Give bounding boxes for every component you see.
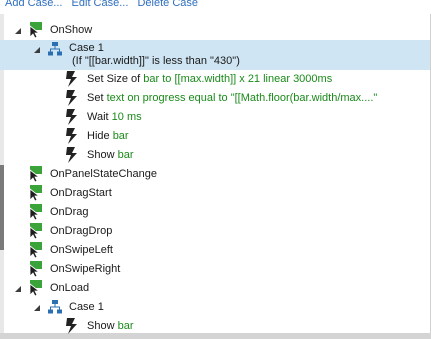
action-row[interactable]: Set Size of bar to [[max.width]] x 21 li… (0, 70, 430, 88)
collapse-triangle-icon[interactable] (34, 47, 40, 53)
event-label: OnPanelStateChange (50, 168, 158, 180)
cursor-flag-icon (29, 185, 42, 201)
case-condition: (If "[[bar.width]]" is less than "430") (72, 55, 240, 67)
event-label: OnDragDrop (50, 225, 113, 237)
action-text: Wait 10 ms (87, 111, 142, 123)
event-row-onswiperight[interactable]: OnSwipeRight (0, 260, 430, 278)
event-label: OnSwipeRight (50, 263, 121, 275)
lightning-bolt-icon (66, 147, 77, 163)
event-row-ondragstart[interactable]: OnDragStart (0, 184, 430, 202)
event-label: OnLoad (50, 282, 90, 294)
collapse-triangle-icon[interactable] (34, 305, 40, 311)
action-row[interactable]: Show bar (0, 146, 430, 164)
case-title: Case 1 (69, 42, 104, 54)
edit-case-link[interactable]: Edit Case... (72, 0, 129, 9)
cursor-flag-icon (29, 223, 42, 239)
case-row-selected[interactable]: Case 1 (If "[[bar.width]]" is less than … (0, 40, 430, 70)
cursor-flag-icon (29, 261, 42, 277)
lightning-bolt-icon (66, 90, 77, 106)
event-label: OnDrag (50, 206, 89, 218)
event-label: OnSwipeLeft (50, 244, 113, 256)
cursor-flag-icon (29, 242, 42, 258)
cursor-flag-icon (29, 166, 42, 182)
event-label: OnShow (50, 24, 93, 36)
action-row[interactable]: Hide bar (0, 127, 430, 145)
org-chart-icon (48, 42, 62, 56)
org-chart-icon (48, 300, 62, 314)
action-text: Show bar (87, 320, 134, 332)
case-title: Case 1 (69, 301, 104, 313)
lightning-bolt-icon (66, 109, 77, 125)
collapse-triangle-icon[interactable] (15, 28, 21, 34)
cursor-flag-icon (29, 22, 42, 38)
lightning-bolt-icon (66, 71, 77, 87)
action-row[interactable]: Show bar (0, 317, 430, 335)
event-label: OnDragStart (50, 187, 112, 199)
add-case-link[interactable]: Add Case... (5, 0, 62, 9)
action-text: Hide bar (87, 130, 129, 142)
lightning-bolt-icon (66, 128, 77, 144)
event-row-ondrag[interactable]: OnDrag (0, 203, 430, 221)
event-row-onpanelstatechange[interactable]: OnPanelStateChange (0, 165, 430, 183)
lightning-bolt-icon (66, 318, 77, 334)
collapse-triangle-icon[interactable] (15, 286, 21, 292)
action-text: Set Size of bar to [[max.width]] x 21 li… (87, 73, 333, 85)
event-row-onshow[interactable]: OnShow (0, 21, 430, 39)
event-row-ondragdrop[interactable]: OnDragDrop (0, 222, 430, 240)
action-row[interactable]: Wait 10 ms (0, 108, 430, 126)
event-row-onload[interactable]: OnLoad (0, 279, 430, 297)
action-text: Show bar (87, 149, 134, 161)
case-toolbar: Add Case... Edit Case... Delete Case (5, 0, 204, 11)
action-row[interactable]: Set text on progress equal to "[[Math.fl… (0, 89, 430, 107)
delete-case-link[interactable]: Delete Case (137, 0, 198, 9)
cursor-flag-icon (29, 204, 42, 220)
cursor-flag-icon (29, 280, 42, 296)
event-row-onswipeleft[interactable]: OnSwipeLeft (0, 241, 430, 259)
case-row[interactable]: Case 1 (0, 298, 430, 316)
action-text: Set text on progress equal to "[[Math.fl… (87, 92, 378, 104)
